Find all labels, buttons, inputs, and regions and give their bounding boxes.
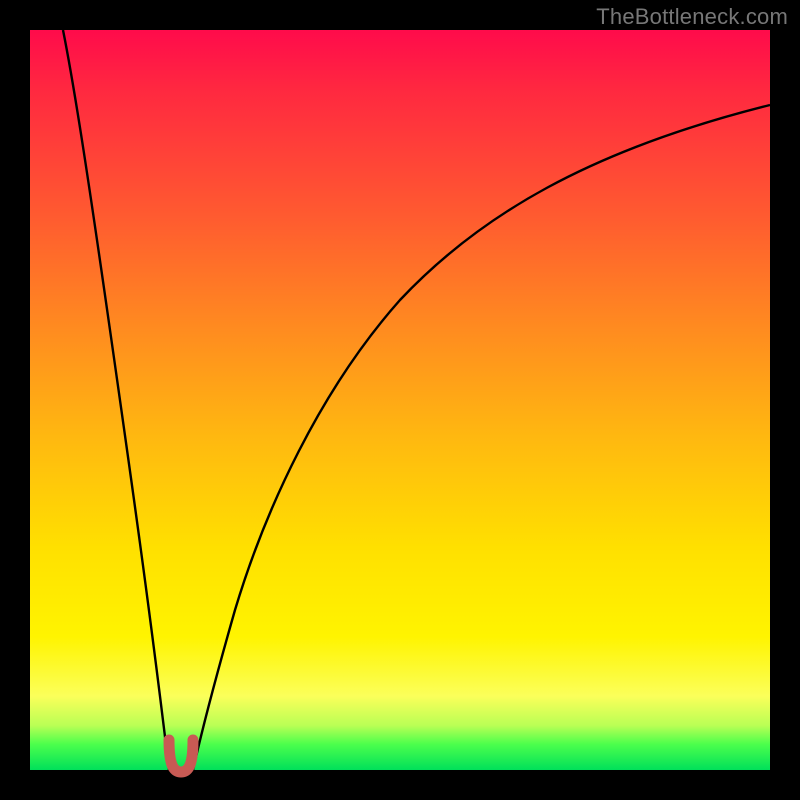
watermark-text: TheBottleneck.com [596,4,788,30]
plot-area [30,30,770,770]
curve-right-branch [193,105,770,770]
bottom-marker [169,740,193,772]
chart-frame: TheBottleneck.com [0,0,800,800]
curve-layer [30,30,770,770]
curve-left-branch [63,30,169,770]
